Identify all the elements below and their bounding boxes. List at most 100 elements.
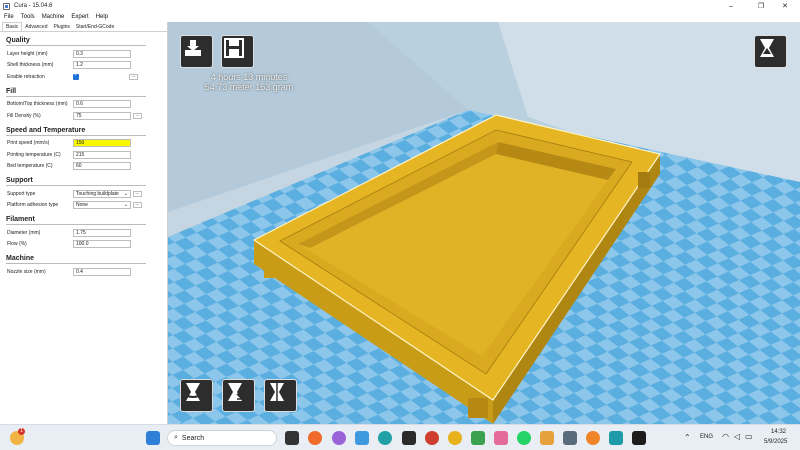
mirror-tool-button[interactable] — [264, 379, 297, 412]
chevron-down-icon: ⌄ — [123, 190, 128, 197]
scale-tool-button[interactable] — [222, 379, 255, 412]
print-speed-label: Print speed (mm/s) — [7, 140, 50, 147]
section-support-title: Support — [6, 177, 33, 184]
copilot-icon[interactable] — [332, 431, 346, 445]
menu-bar: File Tools Machine Expert Help — [0, 12, 800, 22]
terminal-icon[interactable] — [632, 431, 646, 445]
diameter-row: Diameter (mm) 1.75 — [0, 227, 167, 239]
support-type-select[interactable]: Touching buildplate ⌄ — [73, 189, 131, 198]
printing-temperature-label: Printing temperature (C) — [7, 151, 61, 158]
bed-temperature-row: Bed temperature (C) 60 — [0, 161, 167, 173]
print-speed-input[interactable]: 150 — [73, 139, 131, 148]
edge-icon[interactable] — [378, 431, 392, 445]
adhesion-type-select[interactable]: None ⌄ — [73, 201, 131, 210]
retraction-settings-button[interactable]: ... — [129, 73, 138, 80]
bottom-top-thickness-input[interactable]: 0.6 — [73, 100, 131, 109]
diameter-label: Diameter (mm) — [7, 229, 41, 236]
rotate-tool-button[interactable] — [180, 379, 213, 412]
search-box[interactable]: ⌕ Search — [167, 430, 277, 446]
rotate-icon — [183, 383, 203, 401]
minimize-button[interactable]: – — [716, 0, 746, 12]
menu-tools[interactable]: Tools — [21, 14, 35, 20]
photos-icon[interactable] — [355, 431, 369, 445]
layer-height-input[interactable]: 0.3 — [73, 49, 131, 58]
printing-temperature-input[interactable]: 215 — [73, 150, 131, 159]
section-divider — [6, 134, 146, 136]
model-foot — [264, 260, 282, 278]
menu-expert[interactable]: Expert — [71, 14, 88, 20]
tab-basic[interactable]: Basic — [2, 22, 23, 31]
print-time: 4 hours 13 minutes — [210, 72, 288, 82]
cura-app-icon — [3, 2, 10, 10]
app-icon[interactable] — [540, 431, 554, 445]
app-icon[interactable] — [609, 431, 623, 445]
close-button[interactable]: ✕ — [770, 0, 800, 12]
tab-plugins[interactable]: Plugins — [50, 23, 72, 31]
load-model-button[interactable] — [180, 35, 213, 68]
section-machine-title: Machine — [6, 255, 35, 262]
fill-density-input[interactable]: 75 — [73, 111, 131, 120]
chevron-up-icon[interactable]: ⌃ — [684, 433, 691, 442]
nozzle-size-input[interactable]: 0.4 — [73, 267, 131, 276]
diameter-input[interactable]: 1.75 — [73, 228, 131, 237]
menu-machine[interactable]: Machine — [42, 14, 65, 20]
section-speed-title: Speed and Temperature — [6, 126, 86, 134]
save-toolpath-button[interactable] — [221, 35, 254, 68]
shell-thickness-input[interactable]: 1.2 — [73, 61, 131, 70]
chrome-icon[interactable] — [448, 431, 462, 445]
bottom-top-thickness-label: Bottom/Top thickness (mm) — [7, 101, 68, 108]
enable-retraction-checkbox[interactable] — [73, 72, 79, 80]
fill-density-settings-button[interactable]: ... — [133, 112, 142, 119]
section-divider — [6, 45, 146, 46]
support-settings-button[interactable]: ... — [133, 190, 142, 197]
flow-input[interactable]: 100.0 — [73, 240, 131, 249]
notification-badge: 1 — [18, 428, 25, 435]
search-placeholder: Search — [181, 434, 205, 442]
menu-help[interactable]: Help — [96, 14, 108, 20]
calculator-icon[interactable] — [563, 431, 577, 445]
settings-tabs: Basic Advanced Plugins Start/End-GCode — [0, 22, 167, 32]
record-app-icon[interactable] — [425, 431, 439, 445]
bottom-top-thickness-row: Bottom/Top thickness (mm) 0.6 — [0, 99, 167, 111]
app-icon[interactable] — [494, 431, 508, 445]
bed-temperature-input[interactable]: 60 — [73, 162, 131, 171]
model-foot — [468, 398, 488, 418]
clock-time[interactable]: 14:32 — [771, 429, 786, 435]
tab-advanced[interactable]: Advanced — [22, 23, 50, 31]
tab-start-end-gcode[interactable]: Start/End-GCode — [73, 23, 117, 31]
window-title: Cura - 15.04.6 — [14, 3, 53, 9]
start-icon[interactable] — [146, 431, 160, 445]
3d-viewport[interactable]: 4 hours 13 minutes 54.73 meter 163 gram — [168, 22, 800, 424]
battery-icon[interactable]: ▭ — [745, 432, 753, 441]
section-quality-title: Quality — [6, 37, 30, 44]
scale-icon — [228, 383, 243, 401]
task-view-icon[interactable] — [285, 431, 299, 445]
print-estimate: 4 hours 13 minutes 54.73 meter 163 gram — [184, 72, 314, 92]
explorer-icon[interactable] — [402, 431, 416, 445]
model-foot — [638, 172, 650, 188]
chevron-down-icon: ⌄ — [123, 202, 128, 209]
volume-icon[interactable]: ◁ — [734, 432, 740, 441]
layer-height-label: Layer height (mm) — [7, 50, 48, 57]
section-divider — [6, 95, 146, 97]
clock-date[interactable]: 5/9/2025 — [764, 439, 787, 445]
whatsapp-icon[interactable] — [517, 431, 531, 445]
wifi-icon[interactable]: ◠ — [722, 432, 729, 441]
section-divider — [6, 185, 146, 186]
firefox-icon[interactable] — [586, 431, 600, 445]
maps-icon[interactable] — [471, 431, 485, 445]
section-divider — [6, 224, 146, 225]
adhesion-type-label: Platform adhesion type — [7, 202, 59, 209]
menu-file[interactable]: File — [4, 14, 14, 20]
load-model-icon — [185, 40, 201, 56]
print-speed-row: Print speed (mm/s) 150 — [0, 138, 167, 150]
language-indicator[interactable]: ENG — [700, 434, 713, 440]
nozzle-size-row: Nozzle size (mm) 0.4 — [0, 266, 167, 278]
title-bar: Cura - 15.04.6 — [0, 0, 800, 12]
nozzle-size-label: Nozzle size (mm) — [7, 268, 46, 275]
view-mode-button[interactable] — [754, 35, 787, 68]
fill-density-row: Fill Density (%) 75 ... — [0, 110, 167, 122]
firefox-icon[interactable] — [308, 431, 322, 445]
adhesion-settings-button[interactable]: ... — [133, 202, 142, 209]
adhesion-type-row: Platform adhesion type None ⌄ ... — [0, 200, 167, 212]
